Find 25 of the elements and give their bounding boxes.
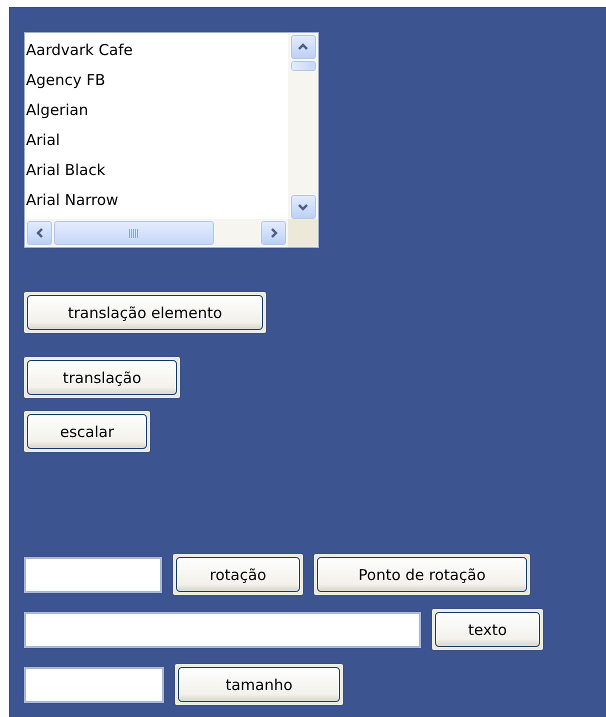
scroll-right-button[interactable] — [261, 221, 286, 245]
scroll-up-button[interactable] — [290, 35, 316, 59]
scrollbar-thumb[interactable] — [290, 61, 316, 71]
font-list-item[interactable]: Arial Narrow — [25, 185, 288, 215]
font-listbox[interactable]: Aardvark Cafe Agency FB Algerian Arial Arial Black Arial Narrow — [24, 32, 319, 248]
scroll-down-button[interactable] — [290, 195, 316, 219]
action-button[interactable]: escalar — [24, 411, 150, 452]
font-list-item[interactable]: Aardvark Cafe — [25, 35, 288, 65]
font-list-item[interactable]: Agency FB — [25, 65, 288, 95]
scroll-left-button[interactable] — [27, 221, 52, 245]
scrollbar-thumb[interactable] — [54, 221, 214, 245]
input-field[interactable] — [24, 666, 164, 702]
font-list-item[interactable]: Arial — [25, 125, 288, 155]
input-field[interactable] — [24, 556, 162, 592]
action-button[interactable]: Ponto de rotação — [314, 554, 530, 595]
action-button[interactable]: rotação — [173, 554, 303, 595]
font-list-item[interactable]: Arial Black — [25, 155, 288, 185]
action-button[interactable]: translação elemento — [24, 292, 266, 333]
input-field[interactable] — [24, 612, 421, 648]
scrollbar-corner — [288, 219, 318, 247]
action-button[interactable]: texto — [432, 609, 543, 650]
grip-icon — [128, 228, 140, 238]
action-button[interactable]: translação — [24, 357, 180, 398]
action-button[interactable]: tamanho — [175, 664, 343, 705]
font-list-item[interactable]: Algerian — [25, 95, 288, 125]
